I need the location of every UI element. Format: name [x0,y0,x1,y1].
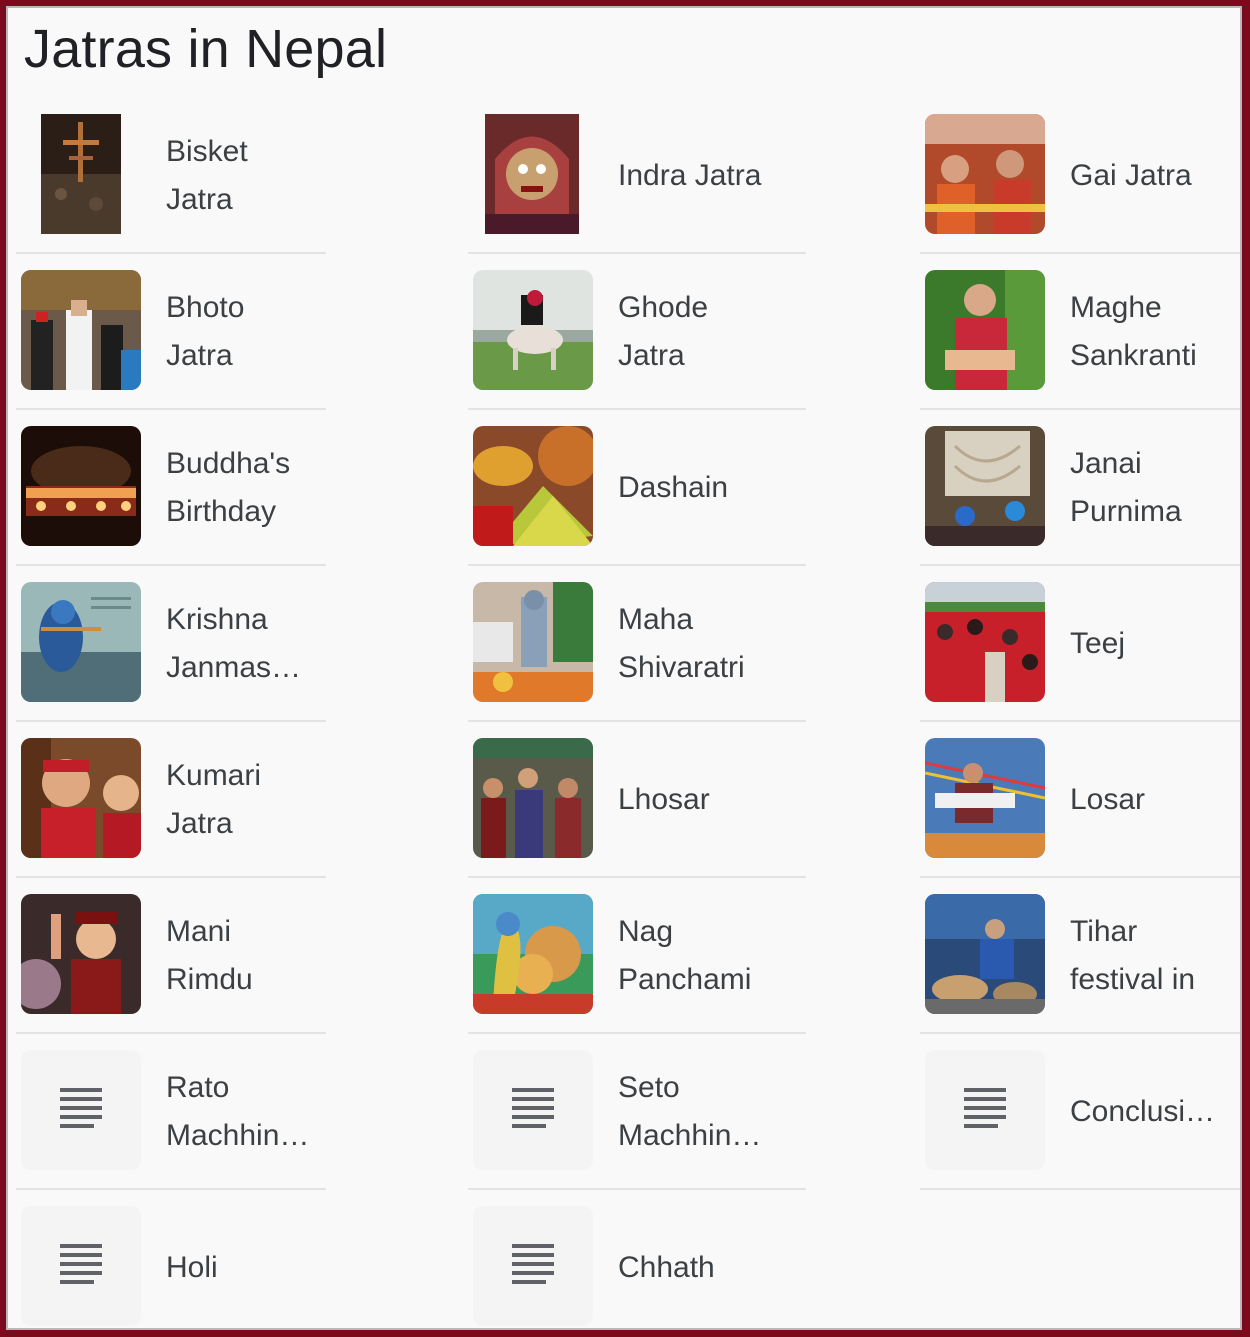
list-item-label: Lhosar [618,783,710,816]
list-item-label: Ghode Jatra [618,291,709,372]
list-item-gai-jatra[interactable]: Gai Jatra [920,98,1240,254]
list-item-chhath[interactable]: Chhath [468,1190,806,1328]
list-item-label: Janai Purnima [1070,447,1182,528]
list-item-janai-purnima[interactable]: Janai Purnima [920,410,1240,566]
mani-rimdu-thumbnail [21,894,141,1014]
list-item-label: Losar [1070,783,1146,816]
document-icon [21,1206,141,1326]
list-item-seto-machhindranath[interactable]: Seto Machhin… [468,1034,806,1190]
list-item-label: Tihar festival in [1070,915,1196,996]
list-item-maghe-sankranti[interactable]: Maghe Sankranti [920,254,1240,410]
list-item-mani-rimdu[interactable]: Mani Rimdu [16,878,326,1034]
losar-thumbnail [925,738,1045,858]
list-item-bisket-jatra[interactable]: Bisket Jatra [16,98,326,254]
nag-panchami-thumbnail [473,894,593,1014]
indra-jatra-thumbnail [485,114,579,234]
column-2: Indra Jatra Ghode Jatra Dashain Maha Shi… [468,98,806,1328]
list-item-dashain[interactable]: Dashain [468,410,806,566]
teej-thumbnail [925,582,1045,702]
maha-shivaratri-thumbnail [473,582,593,702]
bisket-jatra-thumbnail [41,114,121,234]
list-item-label: Rato Machhin… [166,1071,310,1152]
list-item-kumari-jatra[interactable]: Kumari Jatra [16,722,326,878]
list-item-krishna-janmastami[interactable]: Krishna Janmas… [16,566,326,722]
list-item-ghode-jatra[interactable]: Ghode Jatra [468,254,806,410]
list-item-conclusion[interactable]: Conclusi… [920,1034,1240,1190]
list-item-bhoto-jatra[interactable]: Bhoto Jatra [16,254,326,410]
list-item-label: Mani Rimdu [166,915,253,996]
column-3: Gai Jatra MagheSankranti JanaiPurnima [920,98,1240,1190]
list-item-label: Buddha's Birthday [166,447,291,528]
bhoto-jatra-thumbnail [21,270,141,390]
maghe-sankranti-thumbnail [925,270,1045,390]
list-item-indra-jatra[interactable]: Indra Jatra [468,98,806,254]
list-item-label: Indra Jatra [618,159,762,192]
list-item-label: Bisket Jatra [166,135,248,216]
list-item-label: Conclusi… [1070,1095,1216,1128]
document-icon [925,1050,1045,1170]
document-icon [473,1206,593,1326]
lhosar-thumbnail [473,738,593,858]
list-item-buddhas-birthday[interactable]: Buddha's Birthday [16,410,326,566]
list-item-label: Krishna Janmas… [166,603,302,684]
ghode-jatra-thumbnail [473,270,593,390]
list-item-label: Gai Jatra [1070,159,1192,192]
list-item-losar[interactable]: Losar [920,722,1240,878]
column-1: Bisket Jatra Bhoto Jatra Buddha's Birthday [16,98,326,1328]
dashain-thumbnail [473,426,593,546]
page-title: Jatras in Nepal [24,19,388,79]
list-item-label: Chhath [618,1251,715,1284]
gai-jatra-thumbnail [925,114,1045,234]
list-item-label: Seto Machhin… [618,1071,762,1152]
kumari-jatra-thumbnail [21,738,141,858]
list-item-lhosar[interactable]: Lhosar [468,722,806,878]
page-frame: Jatras in Nepal Bisket Jatra Bhoto Jatra B [6,6,1242,1330]
list-item-tihar-festival[interactable]: Tihar festival in [920,878,1240,1034]
list-item-label: Bhoto Jatra [166,291,245,372]
krishna-janmastami-thumbnail [21,582,141,702]
list-item-maha-shivaratri[interactable]: Maha Shivaratri [468,566,806,722]
list-item-rato-machhindranath[interactable]: Rato Machhin… [16,1034,326,1190]
list-item-holi[interactable]: Holi [16,1190,326,1328]
list-item-teej[interactable]: Teej [920,566,1240,722]
tihar-festival-thumbnail [925,894,1045,1014]
list-item-label: Teej [1070,627,1126,660]
list-item-label: Kumari Jatra [166,759,262,840]
list-item-label: Maha Shivaratri [618,603,745,684]
buddhas-birthday-thumbnail [21,426,141,546]
document-icon [473,1050,593,1170]
list-item-nag-panchami[interactable]: Nag Panchami [468,878,806,1034]
janai-purnima-thumbnail [925,426,1045,546]
document-icon [21,1050,141,1170]
list-item-label: Dashain [618,471,729,504]
list-item-label: Holi [166,1251,218,1284]
list-item-label: Maghe Sankranti [1070,291,1197,372]
list-item-label: Nag Panchami [618,915,752,996]
